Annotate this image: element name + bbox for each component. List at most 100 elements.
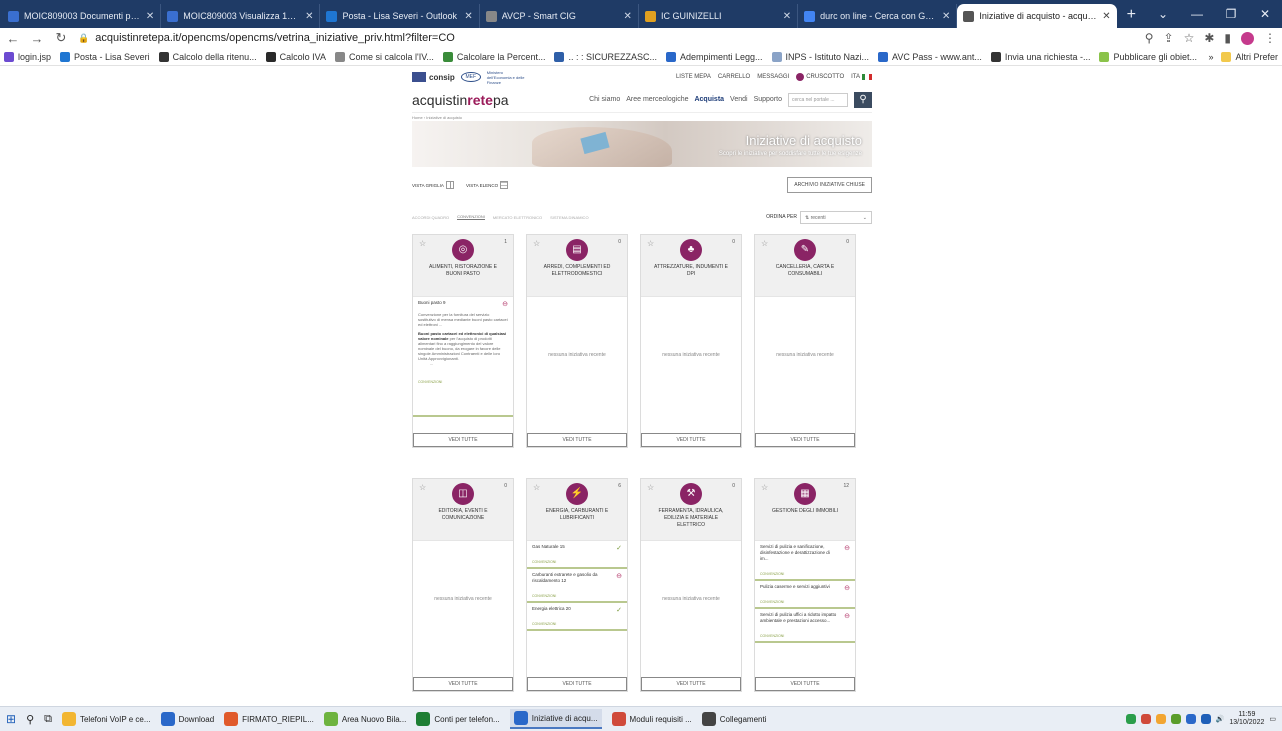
browser-tab[interactable]: MOIC809003 Documenti proto: ✕ bbox=[2, 4, 162, 28]
initiative-item[interactable]: Pulizia caserme e servizi aggiuntivi ⊖ CON… bbox=[755, 581, 855, 609]
taskbar-item[interactable]: Conti per telefon... bbox=[416, 712, 500, 726]
category-title[interactable]: ENERGIA, CARBURANTI E LUBRIFICANTI bbox=[527, 505, 627, 522]
bookmark-item[interactable]: INPS - Istituto Nazi... bbox=[771, 51, 869, 62]
close-tab-icon[interactable]: ✕ bbox=[624, 11, 632, 22]
taskbar-item[interactable]: Area Nuovo Bila... bbox=[323, 712, 406, 726]
profile-avatar[interactable] bbox=[1241, 31, 1254, 45]
browser-tab[interactable]: AVCP - Smart CIG ✕ bbox=[480, 4, 639, 28]
extensions-icon[interactable]: ✱ bbox=[1204, 31, 1214, 45]
zoom-icon[interactable]: ⚲ bbox=[1145, 31, 1154, 45]
initiative-title[interactable]: Buoni pasto 9 bbox=[418, 300, 508, 306]
initiative-item[interactable]: Energia elettrica 20 ✓ CONVENZIONI bbox=[527, 603, 627, 631]
favorite-star-icon[interactable]: ☆ bbox=[533, 483, 540, 492]
nav-vendi[interactable]: Vendi bbox=[730, 96, 748, 103]
top-link[interactable]: LISTE MEPA bbox=[676, 74, 711, 80]
bookmark-item[interactable]: Adempimenti Legg... bbox=[665, 51, 763, 62]
category-title[interactable]: GESTIONE DEGLI IMMOBILI bbox=[755, 505, 855, 515]
tray-app-icon[interactable] bbox=[1155, 714, 1166, 724]
category-title[interactable]: CANCELLERIA, CARTA E CONSUMABILI bbox=[755, 261, 855, 278]
windows-start-icon[interactable]: ⊞ bbox=[6, 712, 16, 726]
close-tab-icon[interactable]: ✕ bbox=[1102, 11, 1110, 22]
menu-icon[interactable]: ⋮ bbox=[1264, 31, 1276, 45]
tray-app-icon[interactable] bbox=[1140, 714, 1151, 724]
tray-app-icon[interactable] bbox=[1185, 714, 1196, 724]
sidepanel-icon[interactable]: ▮ bbox=[1224, 31, 1231, 45]
initiative-title[interactable]: Energia elettrica 20 bbox=[532, 606, 622, 612]
order-select[interactable]: ⇅ recenti ⌄ bbox=[800, 210, 872, 224]
task-view-icon[interactable]: ⧉ bbox=[44, 713, 52, 726]
list-view-toggle[interactable]: VISTA ELENCO bbox=[466, 181, 509, 189]
bookmark-item[interactable]: Calcolare la Percent... bbox=[442, 51, 545, 62]
breadcrumb[interactable]: Home › Iniziative di acquisto bbox=[412, 113, 872, 121]
tray-app-icon[interactable] bbox=[1125, 714, 1136, 724]
bookmark-item[interactable]: Come si calcola l'IV... bbox=[334, 51, 434, 62]
bookmark-item[interactable]: Posta - Lisa Severi bbox=[60, 51, 150, 62]
filter-tab[interactable]: SISTEMA DINAMICO bbox=[550, 215, 588, 220]
archive-button[interactable]: ARCHIVIO INIZIATIVE CHIUSE bbox=[787, 177, 872, 193]
bookmark-item[interactable]: AVC Pass - www.ant... bbox=[878, 51, 982, 62]
mef-logo[interactable]: MEF bbox=[460, 72, 481, 82]
view-all-button[interactable]: VEDI TUTTE bbox=[527, 677, 627, 691]
browser-tab[interactable]: Iniziative di acquisto - acquistin ✕ bbox=[957, 4, 1117, 28]
minus-circle-icon[interactable]: ⊖ bbox=[844, 612, 850, 620]
initiative-item[interactable]: Buoni pasto 9 ⊖ Convenzione per la fornitu… bbox=[413, 297, 513, 417]
taskbar-item[interactable]: Download bbox=[160, 712, 214, 726]
filter-tab[interactable]: ACCORDI QUADRO bbox=[412, 215, 449, 220]
close-window-icon[interactable]: ✕ bbox=[1248, 7, 1282, 21]
taskbar-item[interactable]: Telefoni VoIP e ce... bbox=[61, 712, 151, 726]
initiative-item[interactable]: Servizi di pulizia uffici a ridotto impa… bbox=[755, 609, 855, 643]
favorite-star-icon[interactable]: ☆ bbox=[419, 239, 426, 248]
initiative-title[interactable]: Pulizia caserme e servizi aggiuntivi bbox=[760, 584, 850, 590]
nav-acquista[interactable]: Acquista bbox=[694, 96, 724, 103]
favorite-star-icon[interactable]: ☆ bbox=[647, 239, 654, 248]
top-link[interactable]: CRUSCOTTO bbox=[796, 73, 844, 81]
filter-tab[interactable]: CONVENZIONI bbox=[457, 214, 485, 220]
category-title[interactable]: FERRAMENTA, IDRAULICA, EDILIZIA E MATERI… bbox=[641, 505, 741, 529]
initiative-item[interactable]: Carburanti extrarete e gasolio da riscal… bbox=[527, 569, 627, 603]
consip-logo[interactable]: consip bbox=[412, 72, 455, 82]
minus-circle-icon[interactable]: ⊖ bbox=[844, 584, 850, 592]
bookmarks-more[interactable]: » bbox=[1208, 52, 1213, 62]
initiative-item[interactable]: Servizi di pulizia e sanificazione, disi… bbox=[755, 541, 855, 581]
back-icon[interactable]: ← bbox=[6, 31, 20, 46]
share-icon[interactable]: ⇪ bbox=[1164, 31, 1174, 45]
category-title[interactable]: ATTREZZATURE, INDUMENTI E DPI bbox=[641, 261, 741, 278]
top-link[interactable]: ITA bbox=[851, 74, 872, 80]
grid-view-toggle[interactable]: VISTA GRIGLIA bbox=[412, 181, 454, 189]
other-bookmarks[interactable]: Altri Prefer bbox=[1221, 51, 1278, 62]
minus-circle-icon[interactable]: ⊖ bbox=[502, 300, 508, 308]
close-tab-icon[interactable]: ✕ bbox=[942, 11, 950, 22]
taskbar-item[interactable]: Moduli requisiti ... bbox=[611, 712, 692, 726]
initiative-item[interactable]: Gas Naturale 15 ✓ CONVENZIONI bbox=[527, 541, 627, 569]
site-search-button[interactable]: ⚲ bbox=[854, 91, 872, 108]
favorite-star-icon[interactable]: ☆ bbox=[761, 483, 768, 492]
top-link[interactable]: MESSAGGI bbox=[757, 74, 789, 80]
forward-icon[interactable]: → bbox=[30, 31, 44, 46]
reload-icon[interactable]: ↻ bbox=[54, 30, 68, 46]
top-link[interactable]: CARRELLO bbox=[718, 74, 750, 80]
bookmark-item[interactable]: Pubblicare gli obiet... bbox=[1099, 51, 1197, 62]
site-brand[interactable]: acquistinretepa bbox=[412, 92, 509, 108]
taskbar-item[interactable]: Collegamenti bbox=[701, 712, 766, 726]
maximize-icon[interactable]: ❐ bbox=[1214, 7, 1248, 21]
nav-chi-siamo[interactable]: Chi siamo bbox=[589, 96, 620, 103]
view-all-button[interactable]: VEDI TUTTE bbox=[413, 677, 513, 691]
initiative-title[interactable]: Gas Naturale 15 bbox=[532, 544, 622, 550]
bookmark-item[interactable]: Calcolo della ritenu... bbox=[158, 51, 257, 62]
bookmark-item[interactable]: Calcolo IVA bbox=[265, 51, 326, 62]
bookmark-item[interactable]: Invia una richiesta -... bbox=[990, 51, 1090, 62]
minimize-icon[interactable]: — bbox=[1180, 7, 1214, 21]
view-all-button[interactable]: VEDI TUTTE bbox=[641, 433, 741, 447]
nav-aree-merceologiche[interactable]: Aree merceologiche bbox=[626, 96, 688, 103]
browser-tab[interactable]: Posta - Lisa Severi - Outlook ✕ bbox=[320, 4, 480, 28]
close-tab-icon[interactable]: ✕ bbox=[464, 11, 472, 22]
category-title[interactable]: EDITORIA, EVENTI E COMUNICAZIONE bbox=[413, 505, 513, 522]
tray-app-icon[interactable] bbox=[1170, 714, 1181, 724]
bookmark-item[interactable]: login.jsp bbox=[4, 51, 51, 62]
favorite-star-icon[interactable]: ☆ bbox=[647, 483, 654, 492]
category-title[interactable]: ALIMENTI, RISTORAZIONE E BUONI PASTO bbox=[413, 261, 513, 278]
view-all-button[interactable]: VEDI TUTTE bbox=[527, 433, 627, 447]
url-field[interactable]: 🔒 acquistinretepa.it/opencms/opencms/vet… bbox=[78, 29, 1135, 47]
browser-tab[interactable]: IC GUINIZELLI ✕ bbox=[639, 4, 799, 28]
tray-app-icon[interactable] bbox=[1200, 714, 1211, 724]
